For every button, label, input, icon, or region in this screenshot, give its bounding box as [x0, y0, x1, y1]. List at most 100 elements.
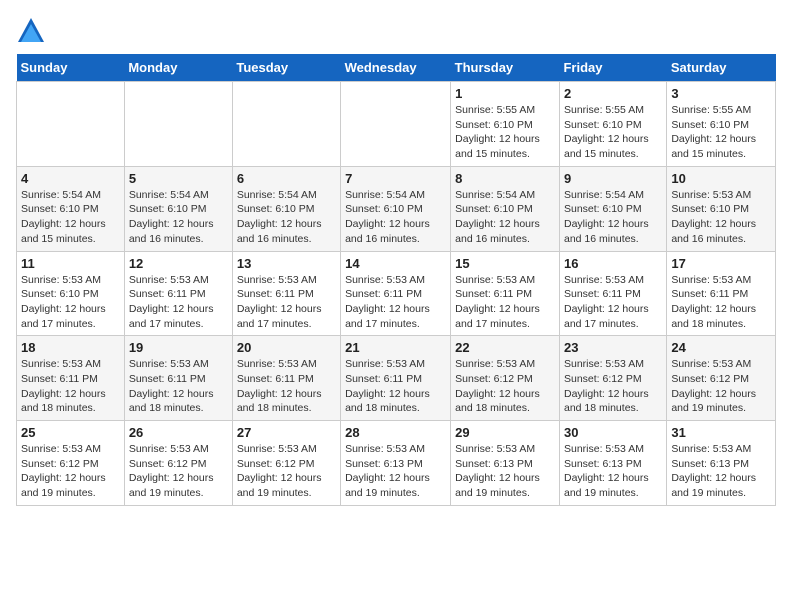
day-number: 20 [237, 340, 336, 355]
day-info: Sunrise: 5:53 AMSunset: 6:12 PMDaylight:… [671, 357, 771, 416]
day-info: Sunrise: 5:53 AMSunset: 6:11 PMDaylight:… [129, 357, 228, 416]
day-number: 4 [21, 171, 120, 186]
day-info: Sunrise: 5:54 AMSunset: 6:10 PMDaylight:… [455, 188, 555, 247]
day-info: Sunrise: 5:53 AMSunset: 6:11 PMDaylight:… [564, 273, 662, 332]
day-number: 23 [564, 340, 662, 355]
calendar-cell: 11 Sunrise: 5:53 AMSunset: 6:10 PMDayligh… [17, 251, 125, 336]
header-sunday: Sunday [17, 54, 125, 82]
day-number: 5 [129, 171, 228, 186]
day-info: Sunrise: 5:53 AMSunset: 6:13 PMDaylight:… [564, 442, 662, 501]
calendar-cell: 18 Sunrise: 5:53 AMSunset: 6:11 PMDayligh… [17, 336, 125, 421]
day-info: Sunrise: 5:53 AMSunset: 6:13 PMDaylight:… [455, 442, 555, 501]
header-wednesday: Wednesday [341, 54, 451, 82]
calendar-cell: 7Sunrise: 5:54 AMSunset: 6:10 PMDaylight… [341, 166, 451, 251]
day-info: Sunrise: 5:54 AMSunset: 6:10 PMDaylight:… [564, 188, 662, 247]
calendar-table: SundayMondayTuesdayWednesdayThursdayFrid… [16, 54, 776, 506]
calendar-cell: 27Sunrise: 5:53 AMSunset: 6:12 PMDayligh… [232, 421, 340, 506]
day-number: 27 [237, 425, 336, 440]
calendar-cell: 17 Sunrise: 5:53 AMSunset: 6:11 PMDayligh… [667, 251, 776, 336]
day-info: Sunrise: 5:53 AMSunset: 6:11 PMDaylight:… [237, 357, 336, 416]
calendar-cell: 13 Sunrise: 5:53 AMSunset: 6:11 PMDayligh… [232, 251, 340, 336]
calendar-cell: 10 Sunrise: 5:53 AMSunset: 6:10 PMDayligh… [667, 166, 776, 251]
day-info: Sunrise: 5:55 AMSunset: 6:10 PMDaylight:… [455, 103, 555, 162]
day-number: 12 [129, 256, 228, 271]
week-row-1: 1 Sunrise: 5:55 AMSunset: 6:10 PMDaylight… [17, 82, 776, 167]
day-info: Sunrise: 5:53 AMSunset: 6:12 PMDaylight:… [21, 442, 120, 501]
logo [16, 16, 50, 46]
week-row-3: 11 Sunrise: 5:53 AMSunset: 6:10 PMDayligh… [17, 251, 776, 336]
calendar-cell: 2 Sunrise: 5:55 AMSunset: 6:10 PMDaylight… [559, 82, 666, 167]
header-monday: Monday [124, 54, 232, 82]
calendar-cell: 14 Sunrise: 5:53 AMSunset: 6:11 PMDayligh… [341, 251, 451, 336]
day-number: 18 [21, 340, 120, 355]
day-number: 6 [237, 171, 336, 186]
day-number: 9 [564, 171, 662, 186]
day-number: 13 [237, 256, 336, 271]
day-info: Sunrise: 5:53 AMSunset: 6:11 PMDaylight:… [237, 273, 336, 332]
day-info: Sunrise: 5:53 AMSunset: 6:11 PMDaylight:… [345, 357, 446, 416]
day-info: Sunrise: 5:55 AMSunset: 6:10 PMDaylight:… [564, 103, 662, 162]
calendar-cell [232, 82, 340, 167]
week-row-5: 25Sunrise: 5:53 AMSunset: 6:12 PMDayligh… [17, 421, 776, 506]
day-number: 10 [671, 171, 771, 186]
day-number: 8 [455, 171, 555, 186]
calendar-cell: 3 Sunrise: 5:55 AMSunset: 6:10 PMDaylight… [667, 82, 776, 167]
calendar-cell: 6 Sunrise: 5:54 AMSunset: 6:10 PMDaylight… [232, 166, 340, 251]
day-number: 14 [345, 256, 446, 271]
calendar-cell: 29 Sunrise: 5:53 AMSunset: 6:13 PMDayligh… [451, 421, 560, 506]
day-number: 26 [129, 425, 228, 440]
day-info: Sunrise: 5:54 AMSunset: 6:10 PMDaylight:… [345, 188, 446, 247]
day-number: 16 [564, 256, 662, 271]
day-info: Sunrise: 5:53 AMSunset: 6:13 PMDaylight:… [671, 442, 771, 501]
day-number: 3 [671, 86, 771, 101]
day-info: Sunrise: 5:53 AMSunset: 6:11 PMDaylight:… [455, 273, 555, 332]
day-number: 28 [345, 425, 446, 440]
calendar-cell: 24 Sunrise: 5:53 AMSunset: 6:12 PMDayligh… [667, 336, 776, 421]
calendar-cell: 12Sunrise: 5:53 AMSunset: 6:11 PMDayligh… [124, 251, 232, 336]
calendar-cell: 31 Sunrise: 5:53 AMSunset: 6:13 PMDayligh… [667, 421, 776, 506]
calendar-cell: 20 Sunrise: 5:53 AMSunset: 6:11 PMDayligh… [232, 336, 340, 421]
calendar-cell: 5 Sunrise: 5:54 AMSunset: 6:10 PMDaylight… [124, 166, 232, 251]
logo-icon [16, 16, 46, 46]
day-number: 30 [564, 425, 662, 440]
calendar-cell [341, 82, 451, 167]
header-saturday: Saturday [667, 54, 776, 82]
header-friday: Friday [559, 54, 666, 82]
header-thursday: Thursday [451, 54, 560, 82]
day-info: Sunrise: 5:53 AMSunset: 6:10 PMDaylight:… [671, 188, 771, 247]
day-info: Sunrise: 5:53 AMSunset: 6:11 PMDaylight:… [671, 273, 771, 332]
day-number: 24 [671, 340, 771, 355]
calendar-cell: 23 Sunrise: 5:53 AMSunset: 6:12 PMDayligh… [559, 336, 666, 421]
day-info: Sunrise: 5:53 AMSunset: 6:12 PMDaylight:… [455, 357, 555, 416]
day-number: 11 [21, 256, 120, 271]
day-info: Sunrise: 5:54 AMSunset: 6:10 PMDaylight:… [129, 188, 228, 247]
calendar-cell: 26Sunrise: 5:53 AMSunset: 6:12 PMDayligh… [124, 421, 232, 506]
calendar-cell: 19 Sunrise: 5:53 AMSunset: 6:11 PMDayligh… [124, 336, 232, 421]
page-header [16, 16, 776, 46]
calendar-cell [124, 82, 232, 167]
calendar-cell: 15 Sunrise: 5:53 AMSunset: 6:11 PMDayligh… [451, 251, 560, 336]
calendar-cell: 16 Sunrise: 5:53 AMSunset: 6:11 PMDayligh… [559, 251, 666, 336]
day-info: Sunrise: 5:53 AMSunset: 6:11 PMDaylight:… [21, 357, 120, 416]
calendar-cell: 1 Sunrise: 5:55 AMSunset: 6:10 PMDaylight… [451, 82, 560, 167]
day-info: Sunrise: 5:53 AMSunset: 6:13 PMDaylight:… [345, 442, 446, 501]
day-number: 1 [455, 86, 555, 101]
day-number: 15 [455, 256, 555, 271]
day-number: 17 [671, 256, 771, 271]
day-info: Sunrise: 5:53 AMSunset: 6:11 PMDaylight:… [345, 273, 446, 332]
calendar-cell: 21Sunrise: 5:53 AMSunset: 6:11 PMDayligh… [341, 336, 451, 421]
day-number: 31 [671, 425, 771, 440]
day-info: Sunrise: 5:54 AMSunset: 6:10 PMDaylight:… [237, 188, 336, 247]
calendar-cell: 4 Sunrise: 5:54 AMSunset: 6:10 PMDaylight… [17, 166, 125, 251]
calendar-cell: 8 Sunrise: 5:54 AMSunset: 6:10 PMDaylight… [451, 166, 560, 251]
day-info: Sunrise: 5:53 AMSunset: 6:12 PMDaylight:… [564, 357, 662, 416]
day-number: 29 [455, 425, 555, 440]
day-info: Sunrise: 5:55 AMSunset: 6:10 PMDaylight:… [671, 103, 771, 162]
day-info: Sunrise: 5:54 AMSunset: 6:10 PMDaylight:… [21, 188, 120, 247]
header-tuesday: Tuesday [232, 54, 340, 82]
day-number: 2 [564, 86, 662, 101]
day-number: 22 [455, 340, 555, 355]
day-number: 19 [129, 340, 228, 355]
day-info: Sunrise: 5:53 AMSunset: 6:10 PMDaylight:… [21, 273, 120, 332]
week-row-4: 18 Sunrise: 5:53 AMSunset: 6:11 PMDayligh… [17, 336, 776, 421]
